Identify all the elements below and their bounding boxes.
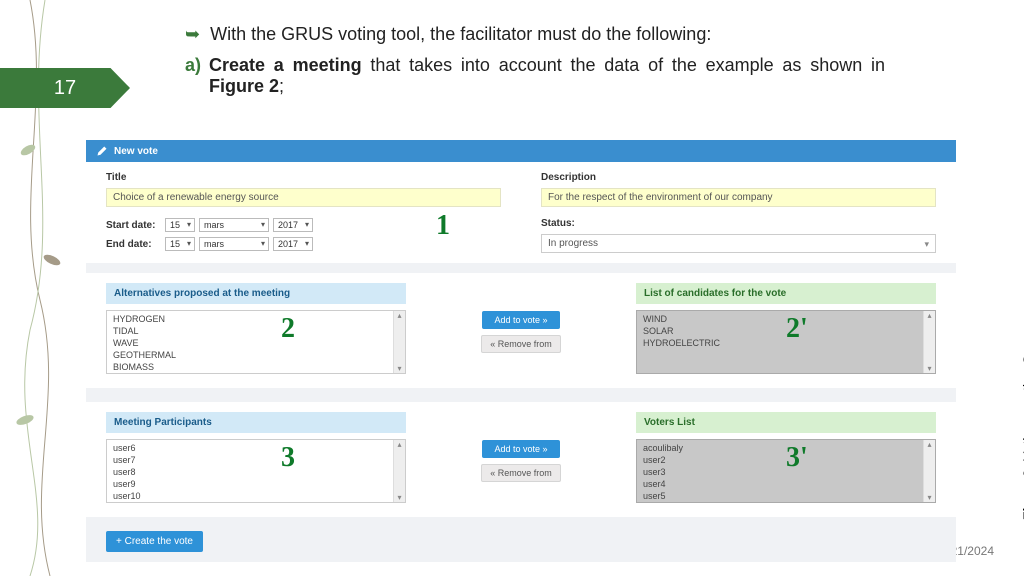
scrollbar[interactable]: ▴▾ [923,311,935,373]
desc-input[interactable]: For the respect of the environment of ou… [541,188,936,207]
panel-header: New vote [86,140,956,162]
step-a-bold: Create a meeting [209,55,362,75]
end-day-select[interactable]: 15 [165,237,195,251]
figure-caption-rest: Voting creation Screen [1020,320,1024,465]
desc-label: Description [541,172,936,183]
participants-header: Meeting Participants [106,412,406,433]
vote-meta-block: Title Choice of a renewable energy sourc… [86,162,956,263]
slide-number-badge: 17 [0,68,130,108]
alternatives-header: Alternatives proposed at the meeting [106,283,406,304]
remove-from-button-2[interactable]: « Remove from [481,464,561,482]
scrollbar[interactable]: ▴▾ [923,440,935,502]
scrollbar[interactable]: ▴▾ [393,440,405,502]
participants-block: Meeting Participants user6 user7 user8 u… [86,402,956,517]
title-label: Title [106,172,501,183]
start-month-select[interactable]: mars [199,218,269,232]
start-day-select[interactable]: 15 [165,218,195,232]
add-to-vote-button-2[interactable]: Add to vote » [482,440,559,458]
status-select[interactable]: In progress [541,234,936,253]
panel-title: New vote [114,146,158,157]
intro-text: With the GRUS voting tool, the facilitat… [210,24,711,45]
overlay-number-3: 3 [281,442,295,474]
voters-header: Voters List [636,412,936,433]
grus-panel: New vote Title Choice of a renewable ene… [86,140,956,562]
end-month-select[interactable]: mars [199,237,269,251]
overlay-number-1: 1 [436,210,450,242]
step-a-label: a) [185,55,201,97]
alternatives-listbox[interactable]: HYDROGEN TIDAL WAVE GEOTHERMAL BIOMASS ▴… [106,310,406,374]
create-vote-button[interactable]: + Create the vote [106,531,203,552]
add-to-vote-button[interactable]: Add to vote » [482,311,559,329]
overlay-number-2p: 2' [786,313,808,345]
status-label: Status: [541,218,936,229]
figure-caption: Figure2: Voting creation Screen [1020,320,1024,520]
scrollbar[interactable]: ▴▾ [393,311,405,373]
participants-items: user6 user7 user8 user9 user10 [113,442,391,502]
participants-listbox[interactable]: user6 user7 user8 user9 user10 ▴▾ [106,439,406,503]
end-year-select[interactable]: 2017 [273,237,313,251]
start-year-select[interactable]: 2017 [273,218,313,232]
start-date-label: Start date: [106,220,161,231]
step-a-fig: Figure 2 [209,76,279,96]
end-date-label: End date: [106,239,161,250]
title-input[interactable]: Choice of a renewable energy source [106,188,501,207]
voters-items: acoulibaly user2 user3 user4 user5 [643,442,921,502]
overlay-number-3p: 3' [786,442,808,474]
pencil-icon [96,145,108,157]
step-a-end: ; [279,76,284,96]
step-a-mid: that takes into account the data of the … [362,55,885,75]
alternatives-items: HYDROGEN TIDAL WAVE GEOTHERMAL BIOMASS [113,313,391,373]
step-a-text: Create a meeting that takes into account… [209,55,885,97]
overlay-number-2: 2 [281,313,295,345]
figure-caption-bold: Figure2: [1020,465,1024,520]
slide-number: 17 [54,77,76,100]
alternatives-block: Alternatives proposed at the meeting HYD… [86,273,956,388]
slide-body-text: ➥ With the GRUS voting tool, the facilit… [185,24,885,97]
candidates-items: WIND SOLAR HYDROELECTRIC [643,313,921,349]
bullet-arrow-icon: ➥ [185,24,200,45]
remove-from-button[interactable]: « Remove from [481,335,561,353]
candidates-header: List of candidates for the vote [636,283,936,304]
